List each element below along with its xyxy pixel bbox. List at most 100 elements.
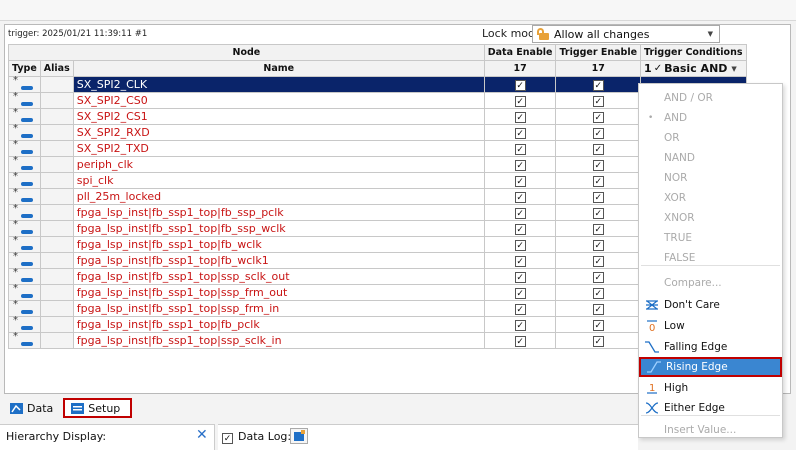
trigger-condition-selector[interactable]: 1 ✓ Basic AND ▼ [640,60,747,77]
node-name[interactable]: fpga_lsp_inst|fb_ssp1_top|fb_wclk1 [72,252,485,269]
data-log-checkbox[interactable]: ✓ [222,431,233,444]
alias-cell[interactable] [39,252,74,269]
tab-data[interactable]: Data [6,398,57,418]
trigger-enable-checkbox[interactable]: ✓ [555,300,642,317]
node-name[interactable]: fpga_lsp_inst|fb_ssp1_top|ssp_frm_out [72,284,485,301]
close-icon[interactable]: ✕ [196,427,208,443]
menu-item-rising-edge[interactable]: Rising Edge [639,357,782,377]
table-row[interactable]: * fpga_lsp_inst|fb_ssp1_top|fb_pclk ✓ ✓ [8,315,747,333]
node-name[interactable]: SX_SPI2_RXD [72,124,485,141]
alias-cell[interactable] [39,140,74,157]
data-enable-checkbox[interactable]: ✓ [483,332,557,349]
table-row[interactable]: * periph_clk ✓ ✓ [8,155,747,173]
data-enable-checkbox[interactable]: ✓ [483,236,557,253]
trigger-enable-checkbox[interactable]: ✓ [555,108,642,125]
data-enable-checkbox[interactable]: ✓ [483,124,557,141]
alias-cell[interactable] [39,76,74,93]
table-row[interactable]: * pll_25m_locked ✓ ✓ [8,187,747,205]
node-name[interactable]: fpga_lsp_inst|fb_ssp1_top|fb_ssp_wclk [72,220,485,237]
lock-mode-dropdown[interactable]: Allow all changes ▼ [532,25,720,43]
data-enable-checkbox[interactable]: ✓ [483,316,557,333]
trigger-enable-checkbox[interactable]: ✓ [555,220,642,237]
alias-cell[interactable] [39,236,74,253]
table-row[interactable]: * spi_clk ✓ ✓ [8,171,747,189]
node-name[interactable]: SX_SPI2_CS1 [72,108,485,125]
data-enable-checkbox[interactable]: ✓ [483,220,557,237]
data-enable-checkbox[interactable]: ✓ [483,204,557,221]
node-name[interactable]: fpga_lsp_inst|fb_ssp1_top|ssp_sclk_in [72,332,485,349]
data-enable-checkbox[interactable]: ✓ [483,108,557,125]
trigger-enable-checkbox[interactable]: ✓ [555,252,642,269]
alias-cell[interactable] [39,300,74,317]
table-row[interactable]: * fpga_lsp_inst|fb_ssp1_top|ssp_sclk_in ✓ ✓ [8,331,747,349]
menu-item-falling-edge[interactable]: Falling Edge [639,337,782,357]
alias-cell[interactable] [39,92,74,109]
node-name[interactable]: spi_clk [72,172,485,189]
table-row[interactable]: * fpga_lsp_inst|fb_ssp1_top|fb_ssp_pclk ✓ ✓ [8,203,747,221]
data-log-button[interactable] [290,428,308,444]
node-name[interactable]: fpga_lsp_inst|fb_ssp1_top|ssp_sclk_out [72,268,485,285]
trigger-enable-checkbox[interactable]: ✓ [555,140,642,157]
table-row[interactable]: * SX_SPI2_TXD ✓ ✓ [8,139,747,157]
trigger-enable-checkbox[interactable]: ✓ [555,124,642,141]
trigger-enable-checkbox[interactable]: ✓ [555,236,642,253]
node-name[interactable]: fpga_lsp_inst|fb_ssp1_top|fb_ssp_pclk [72,204,485,221]
trigger-enable-checkbox[interactable]: ✓ [555,76,642,93]
col-header-alias[interactable]: Alias [39,60,74,77]
tab-setup[interactable]: Setup [63,398,133,418]
node-name[interactable]: SX_SPI2_CLK [72,76,485,93]
table-row[interactable]: * SX_SPI2_CLK ✓ ✓ [8,75,747,93]
col-header-trigger-enable[interactable]: Trigger Enable [555,44,642,61]
data-enable-checkbox[interactable]: ✓ [483,76,557,93]
trigger-enable-checkbox[interactable]: ✓ [555,316,642,333]
data-enable-checkbox[interactable]: ✓ [483,252,557,269]
table-row[interactable]: * fpga_lsp_inst|fb_ssp1_top|fb_ssp_wclk ✓ ✓ [8,219,747,237]
table-row[interactable]: * fpga_lsp_inst|fb_ssp1_top|ssp_frm_out ✓ ✓ [8,283,747,301]
node-name[interactable]: periph_clk [72,156,485,173]
alias-cell[interactable] [39,268,74,285]
trigger-enable-checkbox[interactable]: ✓ [555,172,642,189]
data-enable-checkbox[interactable]: ✓ [483,268,557,285]
data-enable-checkbox[interactable]: ✓ [483,92,557,109]
table-row[interactable]: * fpga_lsp_inst|fb_ssp1_top|ssp_frm_in ✓ ✓ [8,299,747,317]
data-enable-checkbox[interactable]: ✓ [483,188,557,205]
table-row[interactable]: * SX_SPI2_RXD ✓ ✓ [8,123,747,141]
trigger-enable-checkbox[interactable]: ✓ [555,284,642,301]
data-enable-checkbox[interactable]: ✓ [483,140,557,157]
alias-cell[interactable] [39,188,74,205]
menu-item-don-t-care[interactable]: Don't Care [639,295,782,315]
table-row[interactable]: * fpga_lsp_inst|fb_ssp1_top|ssp_sclk_out ✓… [8,267,747,285]
trigger-enable-checkbox[interactable]: ✓ [555,332,642,349]
alias-cell[interactable] [39,332,74,349]
data-enable-checkbox[interactable]: ✓ [483,300,557,317]
col-header-name[interactable]: Name [72,60,485,77]
alias-cell[interactable] [39,172,74,189]
table-row[interactable]: * SX_SPI2_CS1 ✓ ✓ [8,107,747,125]
node-name[interactable]: pll_25m_locked [72,188,485,205]
alias-cell[interactable] [39,156,74,173]
node-name[interactable]: fpga_lsp_inst|fb_ssp1_top|fb_pclk [72,316,485,333]
node-name[interactable]: fpga_lsp_inst|fb_ssp1_top|fb_wclk [72,236,485,253]
alias-cell[interactable] [39,220,74,237]
col-header-trigger-conditions[interactable]: Trigger Conditions [640,44,747,61]
trigger-enable-checkbox[interactable]: ✓ [555,188,642,205]
alias-cell[interactable] [39,204,74,221]
alias-cell[interactable] [39,124,74,141]
trigger-enable-checkbox[interactable]: ✓ [555,92,642,109]
alias-cell[interactable] [39,108,74,125]
table-row[interactable]: * fpga_lsp_inst|fb_ssp1_top|fb_wclk1 ✓ ✓ [8,251,747,269]
trigger-enable-checkbox[interactable]: ✓ [555,156,642,173]
table-row[interactable]: * fpga_lsp_inst|fb_ssp1_top|fb_wclk ✓ ✓ [8,235,747,253]
node-name[interactable]: SX_SPI2_TXD [72,140,485,157]
data-enable-checkbox[interactable]: ✓ [483,156,557,173]
menu-item-low[interactable]: 0 Low [639,316,782,336]
menu-item-either-edge[interactable]: Either Edge [639,398,782,418]
col-header-data-enable[interactable]: Data Enable [483,44,557,61]
alias-cell[interactable] [39,316,74,333]
trigger-enable-checkbox[interactable]: ✓ [555,268,642,285]
node-name[interactable]: fpga_lsp_inst|fb_ssp1_top|ssp_frm_in [72,300,485,317]
data-enable-checkbox[interactable]: ✓ [483,172,557,189]
menu-item-high[interactable]: 1 High [639,378,782,398]
node-name[interactable]: SX_SPI2_CS0 [72,92,485,109]
data-enable-checkbox[interactable]: ✓ [483,284,557,301]
